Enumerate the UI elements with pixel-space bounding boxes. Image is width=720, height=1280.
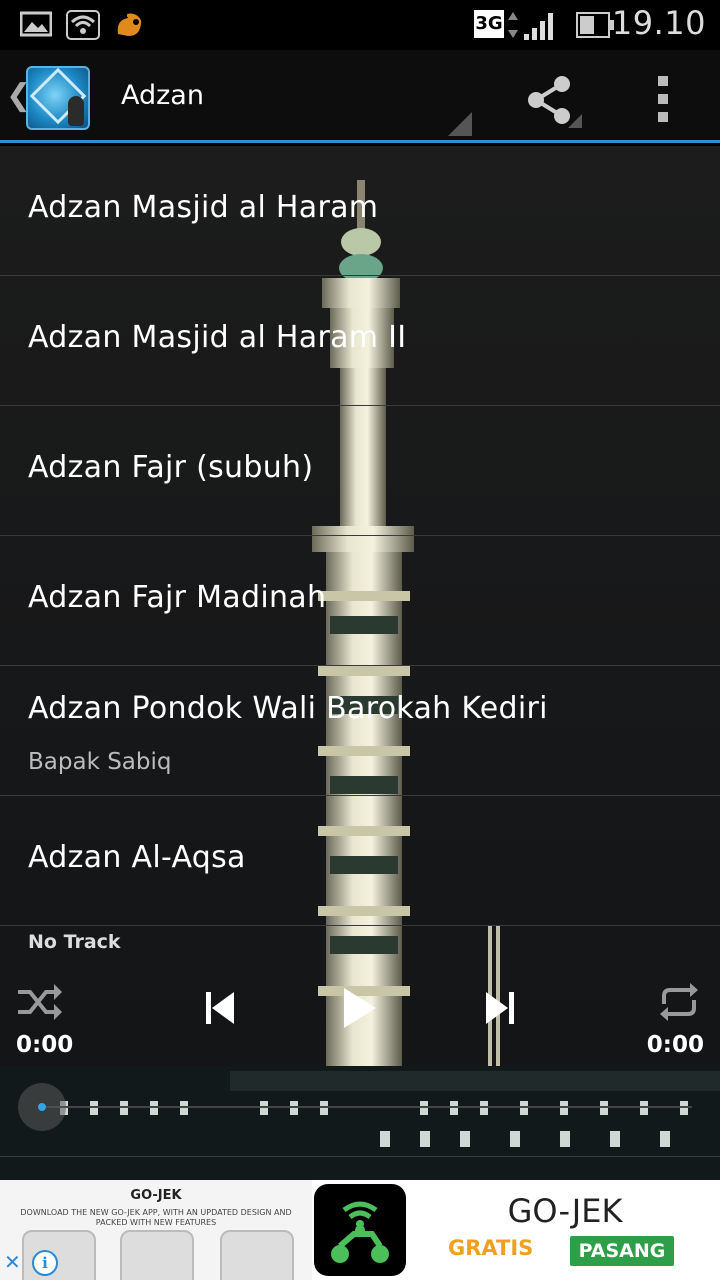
- action-bar: ❮ Adzan: [0, 50, 720, 143]
- now-playing-label: No Track: [28, 931, 121, 953]
- elapsed-time: 0:00: [16, 1032, 74, 1058]
- ad-brand-small: GO-JEK: [130, 1188, 182, 1203]
- total-duration: 0:00: [646, 1032, 704, 1058]
- shuffle-icon[interactable]: [16, 982, 64, 1022]
- play-icon[interactable]: [340, 986, 380, 1030]
- track-list: Adzan Masjid al Haram Adzan Masjid al Ha…: [0, 146, 720, 926]
- app-logo[interactable]: [26, 66, 90, 130]
- track-item[interactable]: Adzan Masjid al Haram II: [0, 276, 720, 406]
- track-title: Adzan Pondok Wali Barokah Kediri: [28, 691, 548, 726]
- ad-install-button[interactable]: PASANG: [570, 1236, 674, 1266]
- seek-thumb[interactable]: [18, 1083, 66, 1131]
- content-area: Adzan Masjid al Haram Adzan Masjid al Ha…: [0, 146, 720, 1180]
- divider: [0, 1156, 720, 1157]
- ad-title: GO-JEK: [507, 1192, 623, 1230]
- dropdown-indicator-icon[interactable]: [448, 112, 472, 136]
- repeat-icon[interactable]: [656, 982, 702, 1022]
- track-item[interactable]: Adzan Fajr (subuh): [0, 406, 720, 536]
- signal-icon: [524, 13, 553, 40]
- scooter-icon: [331, 1201, 389, 1263]
- track-title: Adzan Masjid al Haram II: [28, 320, 407, 355]
- data-arrows-icon: [508, 12, 518, 38]
- ad-price: GRATIS: [448, 1236, 534, 1260]
- track-title: Adzan Al-Aqsa: [28, 840, 246, 875]
- network-type-badge: 3G: [474, 10, 504, 38]
- share-dropdown-indicator-icon: [568, 114, 582, 128]
- track-item[interactable]: Adzan Fajr Madinah: [0, 536, 720, 666]
- track-item[interactable]: Adzan Masjid al Haram: [0, 146, 720, 276]
- status-bar: 3G 19.10: [0, 0, 720, 50]
- ad-info-icon[interactable]: i: [32, 1250, 58, 1276]
- next-track-icon[interactable]: [482, 988, 518, 1028]
- track-title: Adzan Masjid al Haram: [28, 190, 379, 225]
- page-title[interactable]: Adzan: [121, 80, 204, 111]
- track-title: Adzan Fajr (subuh): [28, 450, 314, 485]
- gallery-icon: [20, 11, 52, 37]
- track-item[interactable]: Adzan Al-Aqsa: [0, 796, 720, 926]
- ad-banner[interactable]: GO-JEK DOWNLOAD THE NEW GO-JEK APP, WITH…: [0, 1180, 720, 1280]
- ad-close-icon[interactable]: ✕: [4, 1250, 21, 1274]
- uc-browser-icon: [117, 13, 142, 36]
- previous-track-icon[interactable]: [202, 988, 238, 1028]
- seek-thumb-dot: [38, 1103, 46, 1111]
- track-title: Adzan Fajr Madinah: [28, 580, 327, 615]
- seek-bar[interactable]: [42, 1106, 692, 1108]
- clock: 19.10: [611, 4, 706, 42]
- track-item[interactable]: Adzan Pondok Wali Barokah Kediri Bapak S…: [0, 666, 720, 796]
- microphone-icon: [68, 96, 84, 126]
- overflow-menu-icon[interactable]: [650, 74, 678, 126]
- phone-mockup: [220, 1230, 294, 1280]
- wifi-icon: [66, 10, 100, 40]
- ad-tagline: DOWNLOAD THE NEW GO-JEK APP, WITH AN UPD…: [20, 1208, 292, 1227]
- phone-mockup: [120, 1230, 194, 1280]
- ad-app-logo[interactable]: [314, 1184, 406, 1276]
- track-subtitle: Bapak Sabiq: [28, 749, 172, 775]
- battery-icon: [576, 12, 614, 38]
